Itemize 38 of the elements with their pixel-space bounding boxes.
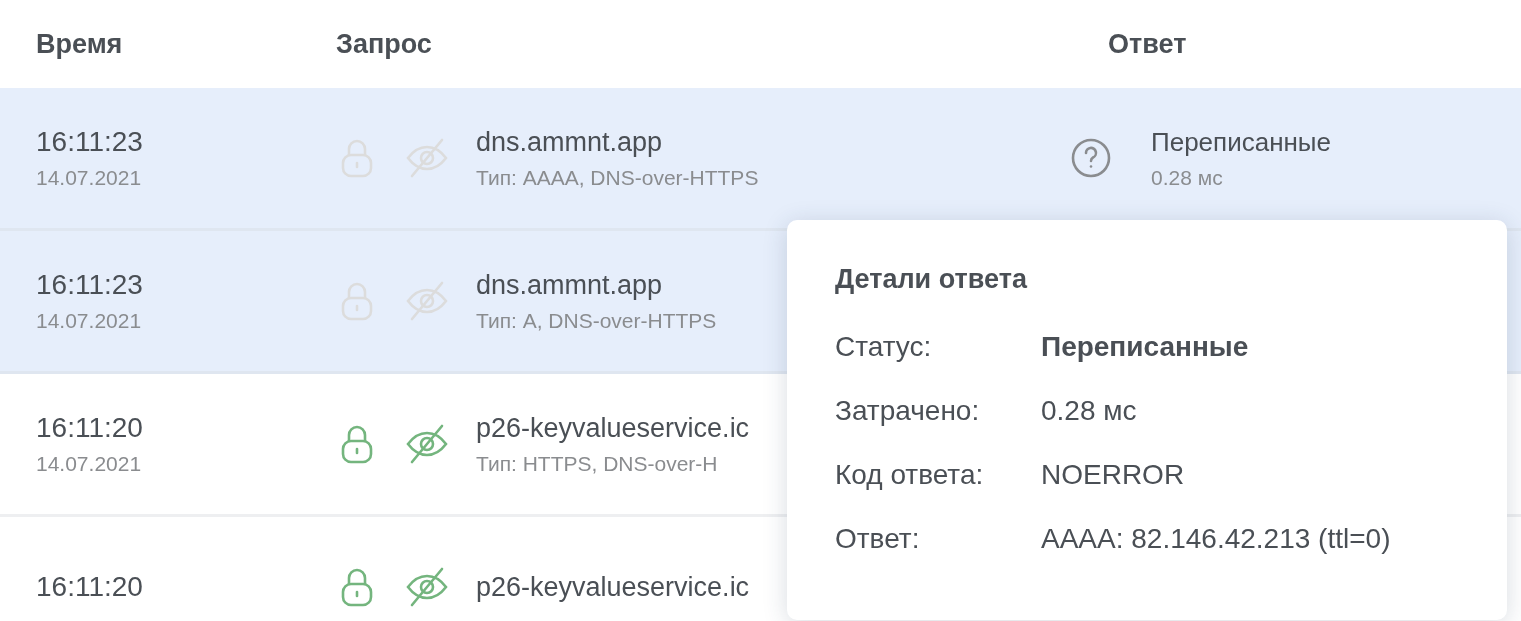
eye-crossed-icon: [406, 567, 448, 607]
domain-text: p26-keyvalueservice.ic: [476, 412, 750, 444]
question-icon: [1071, 138, 1111, 178]
elapsed-text: 0.28 мс: [1151, 165, 1223, 190]
field-value: AAAA: 82.146.42.213 (ttl=0): [1041, 523, 1392, 555]
request-type-text: Тип: AAAA, DNS-over-HTTPS: [476, 165, 759, 190]
eye-crossed-icon: [406, 424, 448, 464]
date-text: 14.07.2021: [36, 452, 142, 476]
padlock-icon: [340, 424, 374, 464]
field-label: Ответ:: [835, 523, 921, 555]
time-text: 16:11:23: [36, 269, 143, 301]
date-text: 14.07.2021: [36, 166, 142, 190]
padlock-icon: [340, 567, 374, 607]
domain-text: dns.ammnt.app: [476, 126, 663, 158]
column-header: Запрос: [336, 28, 433, 60]
field-value: NOERROR: [1041, 459, 1186, 491]
domain-text: p26-keyvalueservice.ic: [476, 571, 750, 603]
field-label: Код ответа:: [835, 459, 985, 491]
field-value: Переписанные: [1041, 331, 1250, 363]
padlock-icon: [340, 138, 374, 178]
column-header: Ответ: [1108, 28, 1188, 60]
time-text: 16:11:23: [36, 126, 143, 158]
field-label: Статус:: [835, 331, 933, 363]
column-header: Время: [36, 28, 124, 60]
domain-text: dns.ammnt.app: [476, 269, 663, 301]
log-row[interactable]: 16:11:23 14.07.2021 dns.ammnt.app Тип: AAAA, DNS-over-HTTPS Переписанные 0.28 мс: [0, 88, 1521, 231]
padlock-icon: [340, 281, 374, 321]
time-text: 16:11:20: [36, 412, 143, 444]
request-type-text: Тип: A, DNS-over-HTTPS: [476, 308, 717, 333]
request-type-text: Тип: HTTPS, DNS-over-H: [476, 451, 718, 476]
eye-crossed-icon: [406, 138, 448, 178]
field-label: Затрачено:: [835, 395, 981, 427]
eye-crossed-icon: [406, 281, 448, 321]
popover-title: Детали ответа: [835, 264, 1029, 295]
status-text: Переписанные: [1151, 126, 1331, 158]
date-text: 14.07.2021: [36, 309, 142, 333]
time-text: 16:11:20: [36, 571, 143, 603]
field-value: 0.28 мс: [1041, 395, 1138, 427]
